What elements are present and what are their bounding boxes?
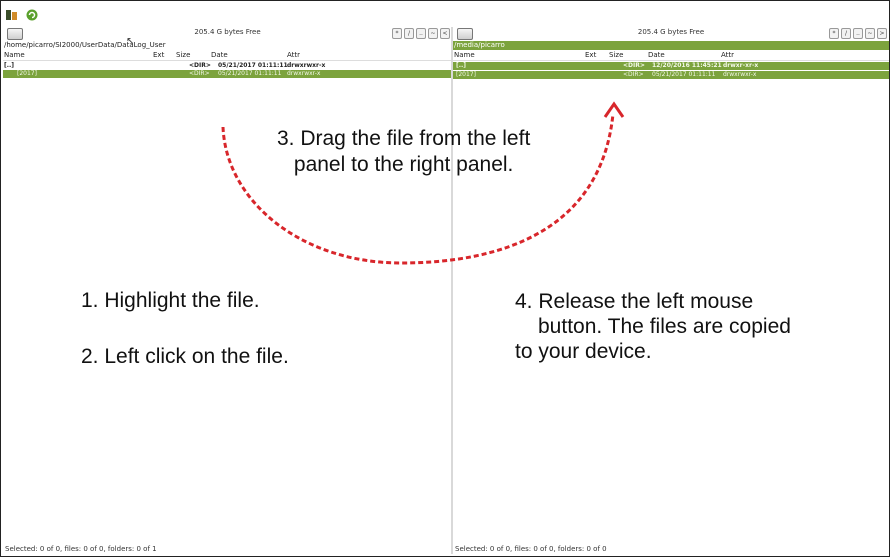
right-status-bar: Selected: 0 of 0, files: 0 of 0, folders… (455, 545, 607, 553)
step-4-text: 4. Release the left mouse button. The fi… (515, 289, 791, 364)
step-3-text: 3. Drag the file from the left panel to … (277, 126, 530, 178)
step-3-line-1: 3. Drag the file from the left (277, 127, 531, 150)
file-manager-window: 205.4 G bytes Free * / .. ~ < /home/pica… (0, 0, 890, 557)
step-4-line-2: button. The files are copied (538, 315, 791, 338)
left-status-bar: Selected: 0 of 0, files: 0 of 0, folders… (5, 545, 157, 553)
step-2-text: 2. Left click on the file. (81, 345, 289, 368)
step-4-line-3: to your device. (515, 340, 652, 363)
step-1-text: 1. Highlight the file. (81, 289, 260, 312)
step-4-line-1: 4. Release the left mouse (515, 290, 754, 313)
step-3-line-2: panel to the right panel. (293, 153, 514, 176)
